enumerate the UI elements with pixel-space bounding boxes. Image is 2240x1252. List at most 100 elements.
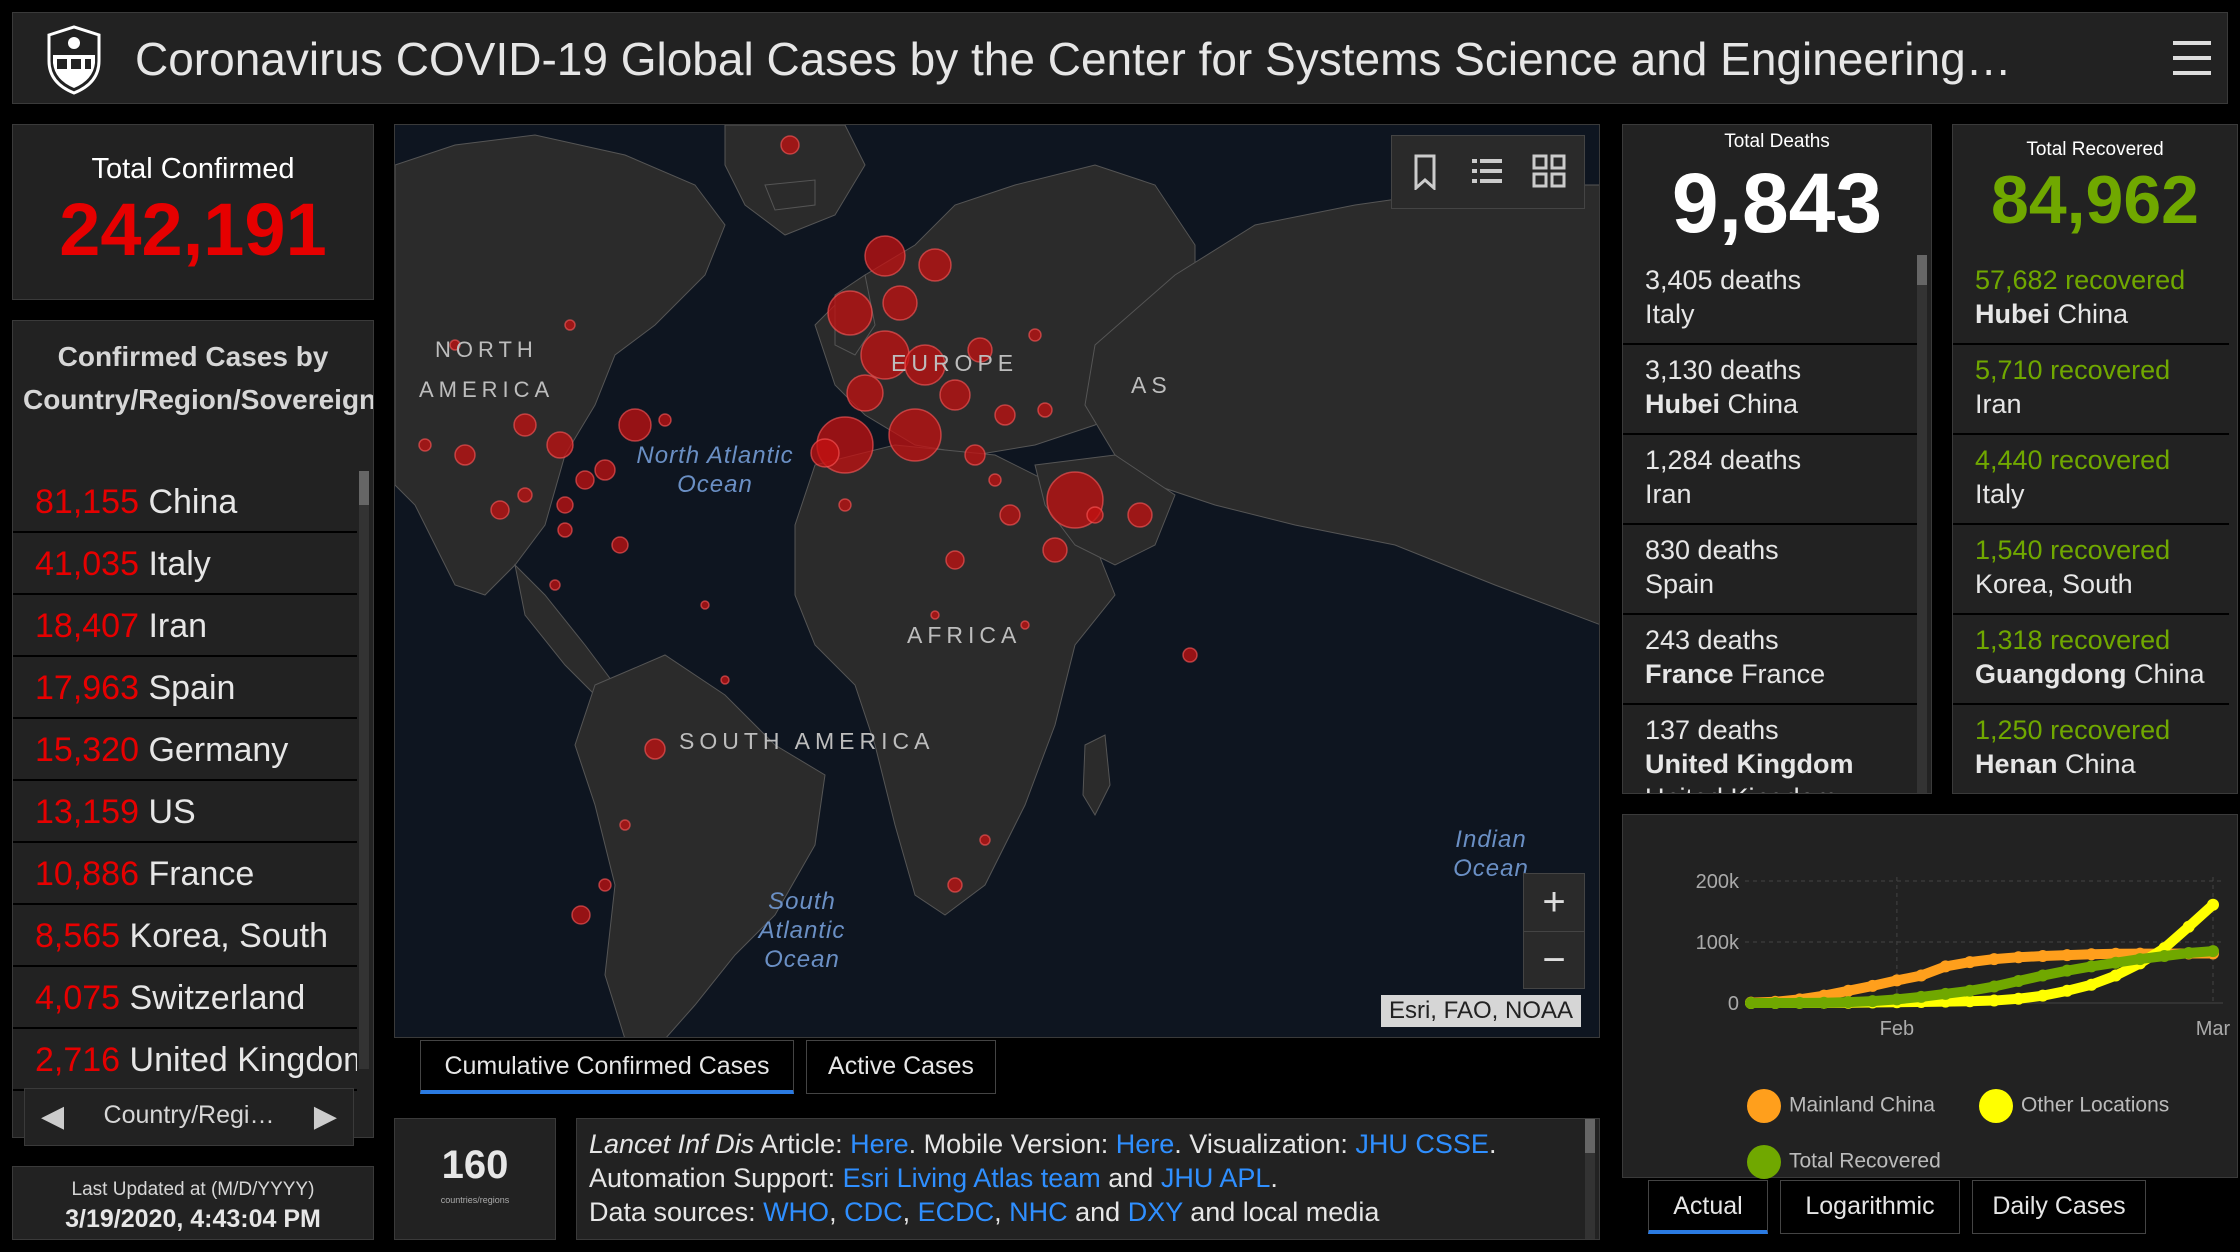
info-text-span: . Visualization: [1174,1129,1356,1159]
case-bubble [418,438,432,452]
country-confirmed-count: 17,963 [35,669,139,707]
deaths-row[interactable]: 137 deathsUnited Kingdom United Kingdom [1623,705,1917,793]
deaths-scrollbar[interactable] [1917,255,1927,793]
country-confirmed-count: 81,155 [35,483,139,521]
recovered-count: 1,540 recovered [1975,535,2171,565]
recovered-row[interactable]: 1,318 recovered Guangdong China [1953,615,2229,705]
page-title: Coronavirus COVID-19 Global Cases by the… [135,33,2012,85]
data-point-mainland-china [2061,949,2074,962]
country-row[interactable]: 2,716 United Kingdom [13,1029,357,1091]
x-tick-label: Feb [1880,1018,1914,1040]
recovered-row[interactable]: 1,250 recovered Henan China [1953,705,2229,793]
country-count-panel: 160 countries/regions [394,1118,556,1240]
country-name: Korea, South [129,917,329,955]
list-icon[interactable] [1470,154,1508,192]
data-point-total-recovered [2036,969,2049,982]
y-tick-label: 200k [1696,871,1740,893]
confirmed-by-country-panel: Confirmed Cases by Country/Region/Sovere… [12,320,374,1138]
header-bar: Coronavirus COVID-19 Global Cases by the… [12,12,2228,104]
country-row[interactable]: 81,155 China [13,471,357,533]
country-row[interactable]: 41,035 Italy [13,533,357,595]
recovered-row[interactable]: 4,440 recovered Italy [1953,435,2229,525]
info-line-3: Data sources: WHO, CDC, ECDC, NHC and DX… [589,1195,1575,1229]
world-map[interactable]: NORTH AMERICA SOUTH AMERICA EUROPE AS AF… [394,124,1600,1038]
landmass-south-america [574,654,826,1037]
tab-logarithmic[interactable]: Logarithmic [1780,1180,1960,1234]
case-bubble [827,290,873,336]
hamburger-menu-icon[interactable] [2173,41,2211,77]
country-row[interactable]: 17,963 Spain [13,657,357,719]
info-text: Lancet Inf Dis Article: Here. Mobile Ver… [589,1127,1575,1229]
legend-item-mainland-china[interactable]: Mainland China [1747,1089,1935,1123]
country-name: Switzerland [129,979,306,1017]
country-row[interactable]: 8,565 Korea, South [13,905,357,967]
tab-active-cases[interactable]: Active Cases [806,1040,996,1094]
info-text-span: . [1488,1129,1497,1159]
deaths-row[interactable]: 243 deaths France France [1623,615,1917,705]
data-point-total-recovered [1939,987,1952,1000]
country-list-scrollbar[interactable] [359,471,369,1069]
data-point-total-recovered [1963,984,1976,997]
deaths-row[interactable]: 3,130 deaths Hubei China [1623,345,1917,435]
visualization-link[interactable]: JHU CSSE [1355,1129,1489,1159]
tab-actual[interactable]: Actual [1648,1180,1768,1234]
mobile-version-link[interactable]: Here [1116,1129,1175,1159]
info-scrollbar[interactable] [1585,1119,1595,1239]
deaths-place: Italy [1645,297,1917,331]
who-link[interactable]: WHO [763,1197,829,1227]
legend-item-total-recovered[interactable]: Total Recovered [1747,1145,1941,1179]
deaths-row[interactable]: 1,284 deaths Iran [1623,435,1917,525]
recovered-row[interactable]: 57,682 recovered Hubei China [1953,255,2229,345]
bookmark-icon[interactable] [1410,154,1448,192]
recovered-row[interactable]: 1,540 recovered Korea, South [1953,525,2229,615]
case-bubble [517,487,533,503]
zoom-in-button[interactable]: + [1524,874,1584,931]
chevron-right-icon[interactable]: ▶ [314,1099,337,1134]
article-link[interactable]: Here [850,1129,909,1159]
data-point-mainland-china [1939,960,1952,973]
total-recovered-panel: Total Recovered 84,962 57,682 recovered H… [1952,124,2238,794]
country-confirmed-count: 18,407 [35,607,139,645]
tab-cumulative-confirmed[interactable]: Cumulative Confirmed Cases [420,1040,794,1094]
case-bubble [598,878,612,892]
map-toolbar [1391,135,1585,209]
continent-label-africa: AFRICA [907,622,1022,648]
case-bubble [594,459,616,481]
data-point-total-recovered [1793,996,1806,1009]
recovered-row[interactable]: 5,710 recovered Iran [1953,345,2229,435]
deaths-count: 830 deaths [1645,535,1779,565]
deaths-list: 3,405 deaths Italy 3,130 deaths Hubei Chi… [1623,255,1917,793]
qr-grid-icon[interactable] [1532,154,1570,192]
recovered-place: Iran [1975,387,2229,421]
dxy-link[interactable]: DXY [1128,1197,1183,1227]
case-bubble [979,834,991,846]
nhc-link[interactable]: NHC [1009,1197,1068,1227]
deaths-row[interactable]: 3,405 deaths Italy [1623,255,1917,345]
deaths-province: France [1645,659,1734,689]
country-row[interactable]: 4,075 Switzerland [13,967,357,1029]
recovered-country: Korea, South [1975,569,2133,599]
jhu-apl-link[interactable]: JHU APL [1161,1163,1271,1193]
data-point-other-locations [2036,989,2049,1002]
legend-item-other-locations[interactable]: Other Locations [1979,1089,2169,1123]
country-row[interactable]: 13,159 US [13,781,357,843]
case-bubble [939,379,971,411]
cdc-link[interactable]: CDC [844,1197,903,1227]
country-row[interactable]: 15,320 Germany [13,719,357,781]
ecdc-link[interactable]: ECDC [918,1197,995,1227]
ocean-label-south-atlantic: South Atlantic Ocean [758,888,846,973]
country-row[interactable]: 10,886 France [13,843,357,905]
last-updated-value: 3/19/2020, 4:43:04 PM [65,1205,321,1233]
data-point-other-locations [2109,969,2122,982]
tab-daily-cases[interactable]: Daily Cases [1972,1180,2146,1234]
total-deaths-value: 9,843 [1671,156,1883,250]
country-row[interactable]: 18,407 Iran [13,595,357,657]
country-name: Spain [148,669,236,707]
esri-living-atlas-link[interactable]: Esri Living Atlas team [843,1163,1101,1193]
info-text-span: , [829,1197,845,1227]
ocean-label-north-atlantic: North Atlantic Ocean [636,442,794,498]
total-deaths-panel: Total Deaths 9,843 3,405 deaths Italy 3,… [1622,124,1932,794]
country-confirmed-count: 8,565 [35,917,121,955]
zoom-out-button[interactable]: − [1524,931,1584,988]
deaths-row[interactable]: 830 deaths Spain [1623,525,1917,615]
